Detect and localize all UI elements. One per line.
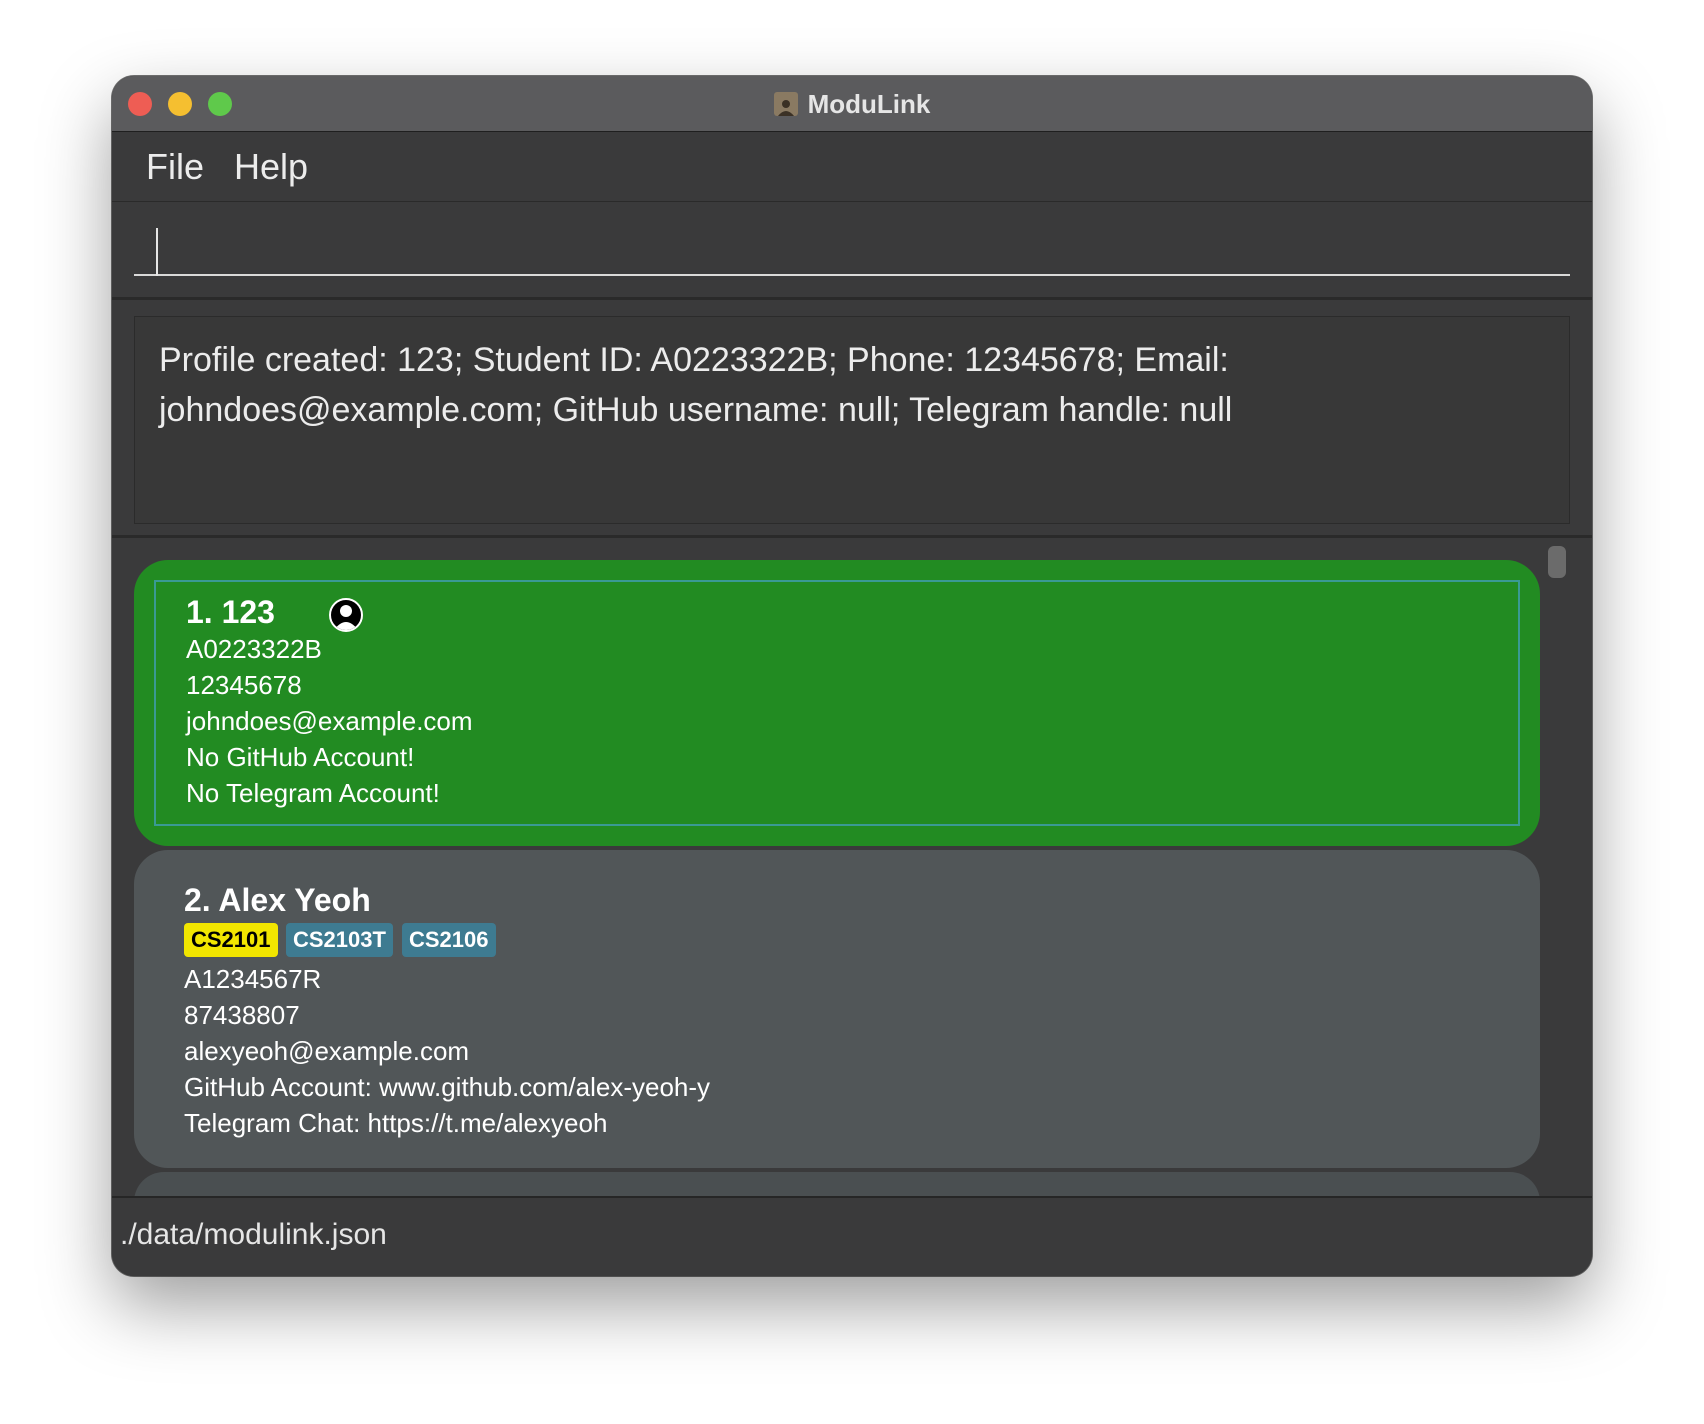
module-tag: CS2101	[184, 923, 278, 957]
status-bar: ./data/modulink.json	[112, 1196, 1592, 1276]
person-student-id: A1234567R	[184, 964, 322, 994]
text-caret	[156, 228, 158, 276]
person-card-partial[interactable]	[134, 1172, 1540, 1196]
menu-file[interactable]: File	[146, 146, 204, 188]
person-telegram: Telegram Chat: https://t.me/alexyeoh	[184, 1108, 608, 1138]
data-file-path: ./data/modulink.json	[120, 1218, 387, 1251]
title-bar[interactable]: ModuLink	[112, 76, 1592, 132]
person-list[interactable]: 1. 123 A0223322B 12345678 johndoes@examp…	[112, 538, 1592, 1196]
person-card[interactable]: 2. Alex Yeoh CS2101 CS2103T CS2106 A1234…	[134, 850, 1540, 1168]
person-card-selected[interactable]: 1. 123 A0223322B 12345678 johndoes@examp…	[134, 560, 1540, 846]
person-github: No GitHub Account!	[186, 742, 415, 772]
profile-person-icon	[329, 598, 363, 632]
person-email: johndoes@example.com	[186, 706, 473, 736]
window-title: ModuLink	[807, 88, 931, 119]
result-display[interactable]: Profile created: 123; Student ID: A02233…	[134, 316, 1570, 524]
person-github: GitHub Account: www.github.com/alex-yeoh…	[184, 1072, 711, 1102]
command-input[interactable]	[134, 216, 1570, 276]
person-name: 1. 123	[186, 594, 275, 630]
person-phone: 12345678	[186, 670, 302, 700]
person-phone: 87438807	[184, 1000, 300, 1030]
person-student-id: A0223322B	[186, 634, 322, 664]
command-box-container	[112, 202, 1592, 300]
person-telegram: No Telegram Account!	[186, 778, 440, 808]
contact-book-icon	[773, 92, 798, 116]
app-window: ModuLink File Help Profile created: 123;…	[112, 76, 1592, 1276]
person-email: alexyeoh@example.com	[184, 1036, 470, 1066]
module-tag: CS2103T	[286, 923, 393, 957]
result-display-container: Profile created: 123; Student ID: A02233…	[112, 300, 1592, 538]
list-scrollbar-thumb[interactable]	[1548, 546, 1566, 578]
module-tag: CS2106	[402, 923, 496, 957]
window-title-group: ModuLink	[112, 76, 1592, 132]
menu-help[interactable]: Help	[234, 146, 308, 188]
menu-bar: File Help	[112, 132, 1592, 202]
person-name: 2. Alex Yeoh	[184, 882, 371, 918]
